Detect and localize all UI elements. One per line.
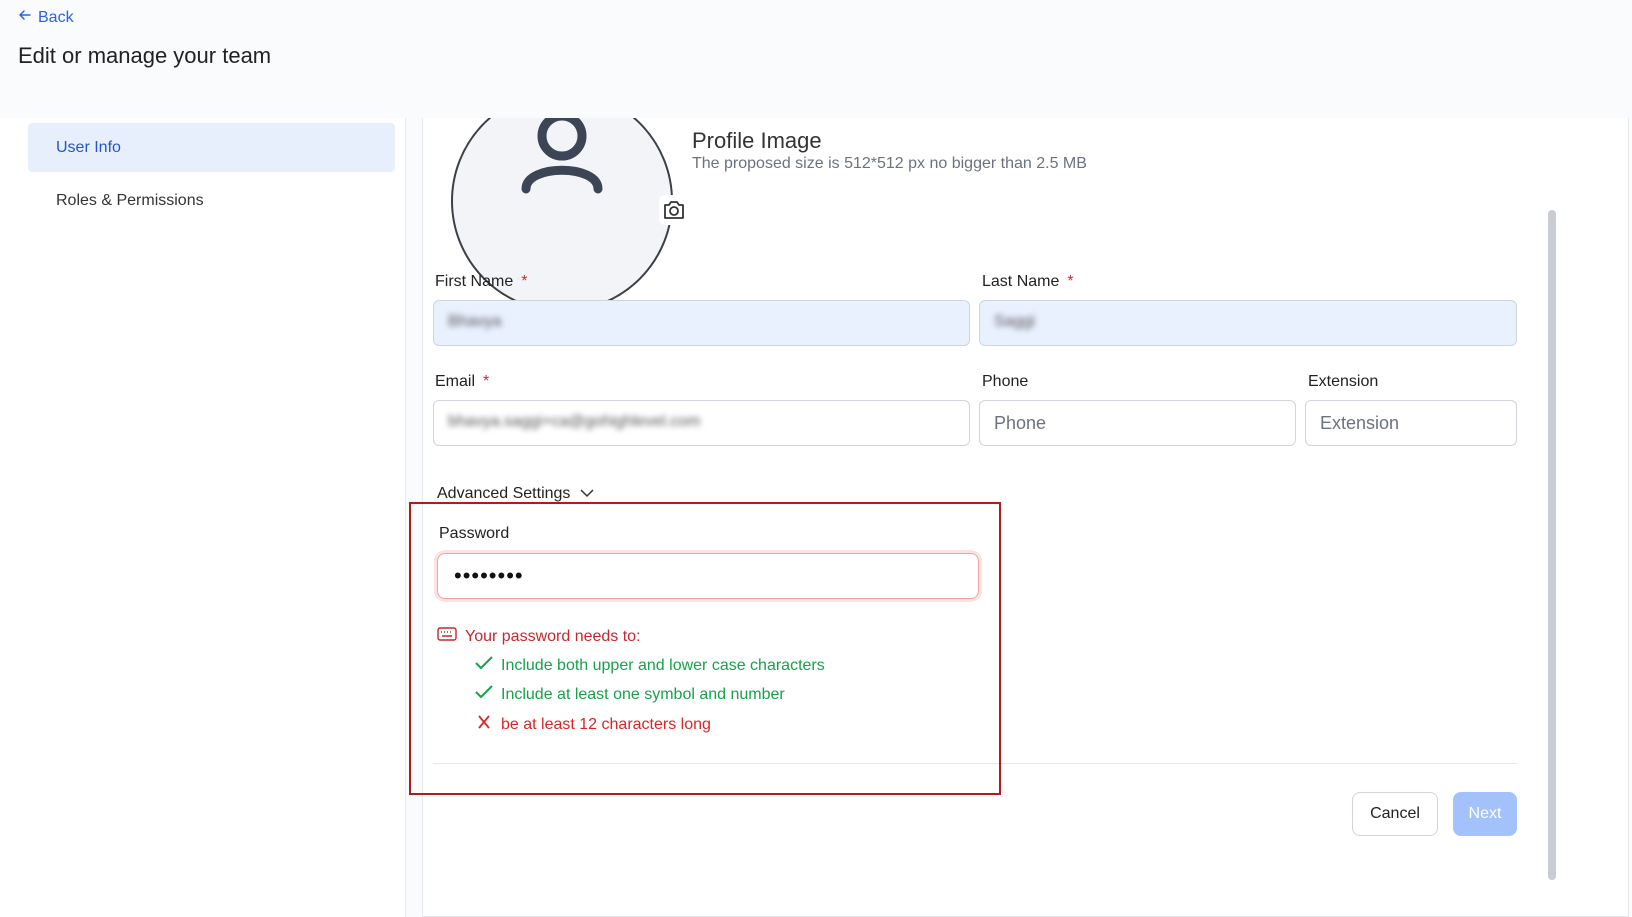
password-label: Password — [439, 525, 510, 542]
requirement-length: be at least 12 characters long — [475, 715, 711, 734]
sidebar: User Info Roles & Permissions — [0, 118, 406, 917]
email-label: Email * — [435, 373, 490, 390]
password-input[interactable]: •••••••• — [437, 553, 979, 599]
email-field[interactable]: bhavya.saggi+ca@gohighlevel.com — [433, 400, 970, 446]
arrow-left-icon — [18, 8, 32, 27]
sidebar-item-user-info[interactable]: User Info — [28, 123, 395, 172]
profile-image-subtitle: The proposed size is 512*512 px no bigge… — [692, 155, 1087, 172]
first-name-label: First Name * — [435, 273, 528, 290]
close-icon — [475, 715, 493, 734]
check-icon — [475, 656, 493, 675]
sidebar-item-roles-permissions[interactable]: Roles & Permissions — [28, 176, 395, 225]
back-link[interactable]: Back — [18, 8, 74, 27]
extension-input[interactable] — [1305, 400, 1517, 446]
requirement-case: Include both upper and lower case charac… — [475, 656, 825, 675]
user-info-panel: Profile Image The proposed size is 512*5… — [422, 118, 1629, 917]
chevron-down-icon — [580, 485, 594, 503]
cancel-button[interactable]: Cancel — [1352, 792, 1438, 836]
scrollbar[interactable] — [1548, 210, 1556, 880]
advanced-settings-toggle[interactable]: Advanced Settings — [437, 485, 594, 503]
keyboard-icon — [437, 627, 457, 646]
last-name-label: Last Name * — [982, 273, 1074, 290]
back-label: Back — [38, 8, 74, 26]
last-name-field[interactable]: Saggi — [979, 300, 1517, 346]
camera-icon[interactable] — [659, 195, 689, 225]
phone-input[interactable] — [979, 400, 1296, 446]
page-title: Edit or manage your team — [18, 43, 272, 68]
requirement-symbol-number: Include at least one symbol and number — [475, 685, 785, 704]
first-name-field[interactable]: Bhavya — [433, 300, 970, 346]
check-icon — [475, 685, 493, 704]
advanced-settings-label: Advanced Settings — [437, 485, 571, 502]
next-button[interactable]: Next — [1453, 792, 1517, 836]
phone-label: Phone — [982, 373, 1029, 390]
profile-image-title: Profile Image — [692, 128, 822, 153]
extension-label: Extension — [1308, 373, 1379, 390]
divider — [433, 763, 1517, 764]
password-requirements-header: Your password needs to: — [437, 627, 641, 646]
